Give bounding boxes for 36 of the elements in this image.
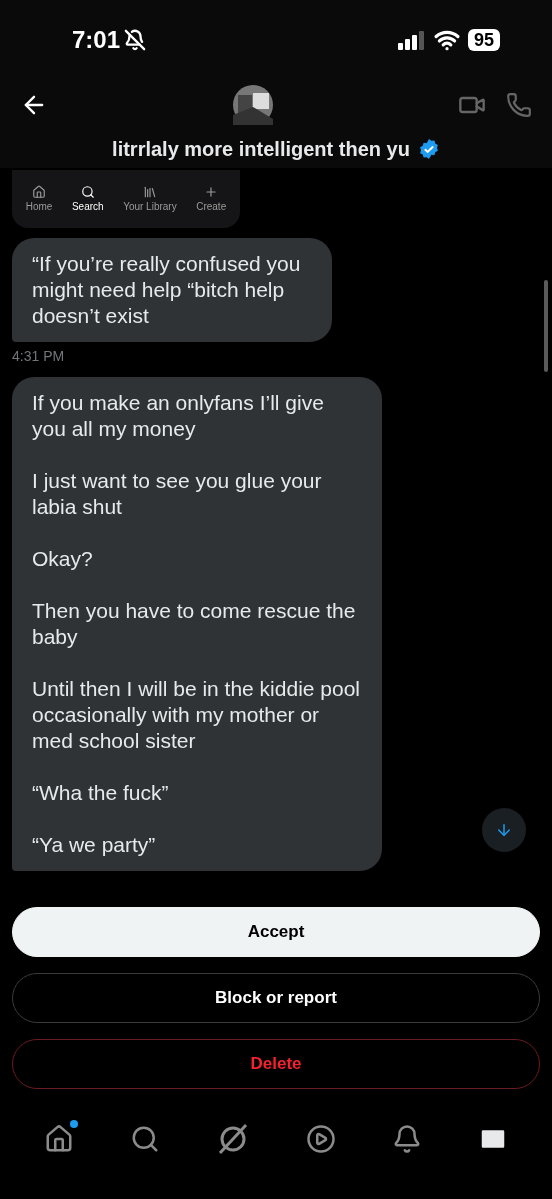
nav-icon bbox=[142, 185, 157, 199]
search-icon bbox=[130, 1124, 160, 1154]
slashed-circle-icon bbox=[216, 1122, 250, 1156]
message-text: Until then I will be in the kiddie pool occasionally with my mother or med school sister bbox=[32, 676, 362, 754]
battery-level: 95 bbox=[467, 29, 500, 51]
action-button[interactable]: Block or report bbox=[12, 973, 540, 1023]
message-time: 4:31 PM bbox=[12, 347, 65, 366]
play-icon bbox=[306, 1124, 336, 1154]
nav-icon bbox=[32, 185, 47, 199]
nav-icon bbox=[204, 185, 219, 199]
message-text: Then you have to come rescue the baby bbox=[32, 598, 357, 650]
silent-icon bbox=[124, 29, 147, 51]
message-text: If you make an onlyfans I’ll give you all my money bbox=[32, 390, 325, 442]
shared-screenshot[interactable]: Home Search Your Library Create bbox=[12, 170, 240, 228]
signal-icon bbox=[397, 30, 426, 50]
nav-label: Search bbox=[71, 200, 104, 214]
action-button[interactable]: Delete bbox=[12, 1039, 540, 1089]
message-text: Okay? bbox=[32, 546, 94, 572]
message-text: “If you’re really confused you might need help “bitch help doesn’t exist bbox=[32, 251, 302, 329]
nav-label: Home bbox=[25, 200, 53, 214]
nav-label: Your Library bbox=[123, 200, 177, 214]
nav-icon bbox=[80, 185, 95, 199]
clock: 7:01 bbox=[72, 25, 121, 55]
message-text: “Wha the fuck” bbox=[32, 780, 170, 806]
message-text: “Ya we party” bbox=[32, 832, 157, 858]
phone-call-button[interactable] bbox=[506, 92, 532, 118]
avatar[interactable] bbox=[233, 85, 273, 125]
contact-name: litrrlaly more intelligent then yu bbox=[112, 137, 410, 162]
bell-icon bbox=[392, 1124, 422, 1154]
message-text: I just want to see you glue your labia shut bbox=[32, 468, 323, 520]
home-icon bbox=[44, 1124, 74, 1154]
action-button[interactable]: Accept bbox=[12, 907, 540, 957]
nav-label: Create bbox=[196, 200, 227, 214]
scroll-down-button[interactable] bbox=[482, 808, 526, 852]
arrow-down-icon bbox=[495, 821, 513, 839]
verified-badge-icon bbox=[417, 138, 440, 160]
